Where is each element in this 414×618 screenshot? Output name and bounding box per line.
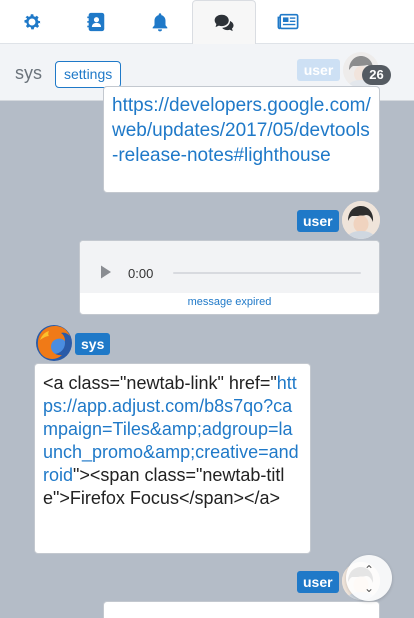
avatar[interactable] bbox=[342, 201, 380, 239]
tab-chat[interactable] bbox=[192, 0, 256, 45]
play-icon[interactable] bbox=[100, 265, 112, 279]
audio-progress-track[interactable] bbox=[173, 272, 361, 274]
chevron-up-icon[interactable]: ⌃ bbox=[346, 564, 392, 576]
message-link[interactable]: https://developers.google.com/web/update… bbox=[112, 95, 371, 166]
chat-bubbles-icon bbox=[214, 14, 234, 32]
code-message-bubble: <a class="newtab-link" href="https://app… bbox=[34, 363, 311, 554]
code-text-before: <a class="newtab-link" href=" bbox=[43, 373, 277, 393]
gear-icon bbox=[24, 14, 41, 30]
bell-icon bbox=[152, 13, 168, 32]
code-message-text: <a class="newtab-link" href="https://app… bbox=[43, 372, 302, 510]
tab-news[interactable] bbox=[256, 0, 320, 44]
chevron-down-icon[interactable]: ⌄ bbox=[346, 582, 392, 594]
sys-badge: sys bbox=[75, 333, 111, 355]
top-tab-bar bbox=[0, 0, 414, 45]
tab-settings[interactable] bbox=[0, 0, 64, 44]
audio-time: 0:00 bbox=[128, 266, 154, 281]
audio-message-bubble: 0:00 message expired bbox=[79, 240, 380, 315]
firefox-icon bbox=[36, 325, 72, 361]
unread-count-badge: 26 bbox=[362, 65, 391, 85]
scroll-nav-button[interactable]: ⌃ ⌄ bbox=[346, 555, 392, 601]
channel-name: sys bbox=[15, 63, 42, 83]
tab-notifications[interactable] bbox=[128, 0, 192, 44]
message-status: message expired bbox=[187, 296, 272, 308]
tab-contacts[interactable] bbox=[64, 0, 128, 44]
message-bubble bbox=[103, 601, 380, 618]
firefox-avatar[interactable] bbox=[35, 324, 73, 362]
newspaper-icon bbox=[277, 13, 299, 30]
user-badge: user bbox=[297, 59, 340, 81]
user-badge: user bbox=[297, 210, 339, 232]
link-message-bubble: https://developers.google.com/web/update… bbox=[103, 86, 380, 193]
audio-player[interactable]: 0:00 bbox=[80, 241, 379, 293]
address-book-icon bbox=[87, 12, 105, 32]
settings-button[interactable]: settings bbox=[55, 61, 122, 88]
code-text-after: "><span class="newtab-title">Firefox Foc… bbox=[43, 465, 285, 508]
user-badge: user bbox=[297, 571, 339, 593]
